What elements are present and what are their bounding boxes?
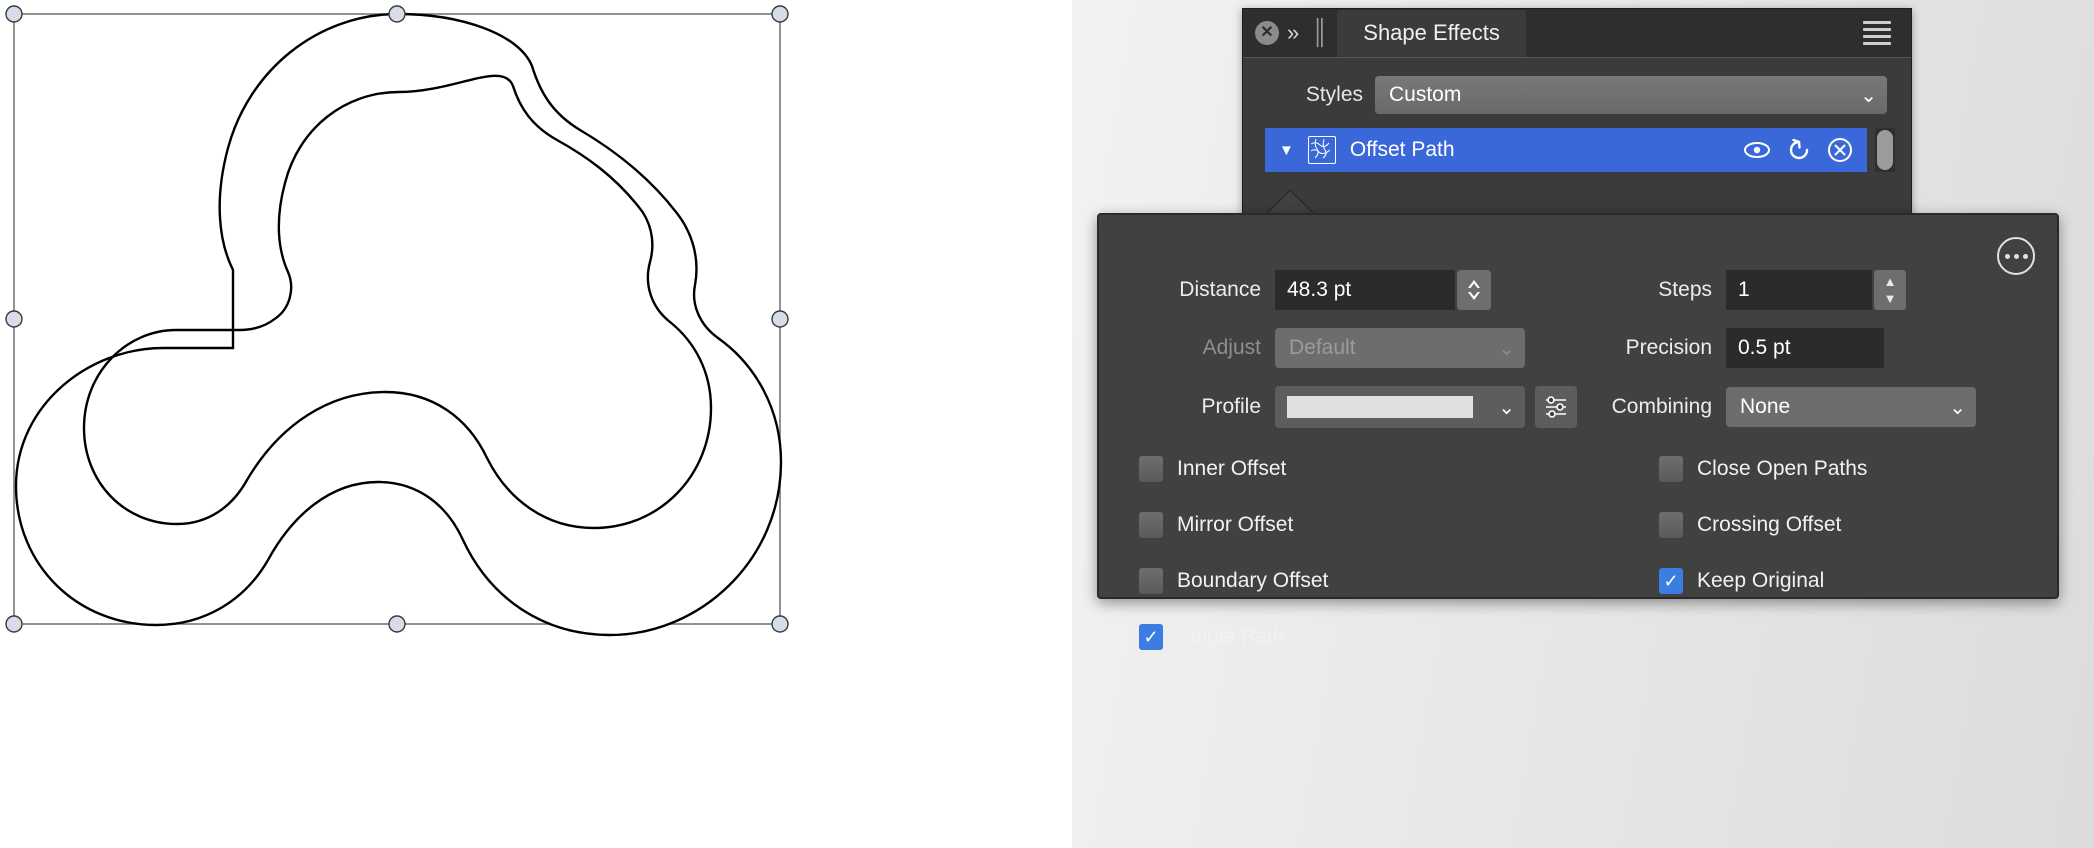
shape-effects-panel: ✕ » ║ Shape Effects Styles Custom ⌄ ▼ Of…: [1242, 8, 1912, 220]
adjust-dropdown-value: Default: [1289, 336, 1356, 359]
panel-tab-bar: ✕ » ║ Shape Effects: [1243, 9, 1911, 58]
styles-label: Styles: [1305, 83, 1363, 106]
row-single-path: ✓ Single Path: [1139, 624, 2017, 650]
checkbox-single-path[interactable]: ✓: [1139, 624, 1163, 650]
panel-scrollbar[interactable]: [1875, 128, 1895, 172]
checkbox-keep-original[interactable]: ✓: [1659, 568, 1683, 594]
checkbox-close-open-paths-label: Close Open Paths: [1697, 457, 1868, 480]
effect-item-label: Offset Path: [1349, 138, 1455, 161]
close-circle-outline-icon[interactable]: [1827, 137, 1853, 163]
distance-label: Distance: [1179, 278, 1261, 301]
combining-dropdown-value: None: [1740, 395, 1791, 418]
adjust-label: Adjust: [1202, 336, 1261, 359]
row-profile-combining: Profile ⌄ Combining None ⌄: [1139, 386, 2017, 428]
stepper-down-icon[interactable]: ▼: [1884, 292, 1897, 305]
handle-top-right[interactable]: [771, 5, 789, 23]
checkbox-inner-offset-label: Inner Offset: [1177, 457, 1287, 480]
double-chevron-right-icon[interactable]: »: [1287, 22, 1299, 44]
checkbox-mirror-offset[interactable]: [1139, 512, 1163, 538]
checkbox-crossing-offset[interactable]: [1659, 512, 1683, 538]
profile-preview-swatch: [1287, 396, 1473, 418]
row-distance-steps: Distance 48.3 pt Steps 1 ▲ ▼: [1139, 270, 2017, 310]
tab-shape-effects[interactable]: Shape Effects: [1337, 9, 1526, 57]
row-inner-close: Inner Offset Close Open Paths: [1139, 456, 2017, 482]
handle-bottom-left[interactable]: [5, 615, 23, 633]
combining-dropdown[interactable]: None ⌄: [1726, 387, 1976, 427]
tab-shape-effects-label: Shape Effects: [1363, 20, 1500, 45]
handle-middle-left[interactable]: [5, 310, 23, 328]
checkbox-mirror-offset-label: Mirror Offset: [1177, 513, 1294, 536]
effect-item-offset-path[interactable]: ▼ Offset Path: [1265, 128, 1867, 172]
chevron-down-icon: ⌄: [1949, 396, 1966, 419]
handle-middle-right[interactable]: [771, 310, 789, 328]
adjust-dropdown: Default ⌄: [1275, 328, 1525, 368]
styles-row: Styles Custom ⌄: [1243, 66, 1911, 114]
vector-shape-svg: [5, 5, 789, 637]
effect-item-actions: [1743, 137, 1853, 163]
checkbox-boundary-offset-label: Boundary Offset: [1177, 569, 1329, 592]
drag-grip-icon[interactable]: ║: [1307, 21, 1329, 45]
profile-dropdown[interactable]: ⌄: [1275, 386, 1525, 428]
distance-stepper[interactable]: [1457, 270, 1491, 310]
profile-label: Profile: [1201, 395, 1261, 418]
steps-input[interactable]: 1: [1726, 270, 1872, 310]
row-mirror-crossing: Mirror Offset Crossing Offset: [1139, 512, 2017, 538]
triangle-down-icon[interactable]: ▼: [1279, 142, 1294, 159]
popover-body: Distance 48.3 pt Steps 1 ▲ ▼ Adjust Defa…: [1099, 215, 2057, 650]
distance-input[interactable]: 48.3 pt: [1275, 270, 1455, 310]
outer-offset-path: [14, 12, 783, 637]
checkbox-single-path-label: Single Path: [1177, 625, 1285, 648]
chevron-down-icon: ⌄: [1498, 337, 1515, 360]
checkbox-keep-original-label: Keep Original: [1697, 569, 1825, 592]
handle-top-left[interactable]: [5, 5, 23, 23]
close-circle-icon[interactable]: ✕: [1255, 21, 1279, 45]
row-adjust-precision: Adjust Default ⌄ Precision 0.5 pt: [1139, 328, 2017, 368]
precision-label: Precision: [1625, 336, 1712, 359]
steps-stepper[interactable]: ▲ ▼: [1874, 270, 1906, 310]
more-options-circle-icon[interactable]: [1997, 237, 2035, 275]
sliders-icon[interactable]: [1535, 386, 1577, 428]
handle-bottom-right[interactable]: [771, 615, 789, 633]
combining-label: Combining: [1611, 395, 1712, 418]
styles-dropdown-value: Custom: [1389, 83, 1462, 106]
steps-label: Steps: [1658, 278, 1712, 301]
panel-scrollbar-thumb[interactable]: [1877, 130, 1893, 170]
artboard-canvas[interactable]: [0, 0, 1072, 848]
offset-path-options-popover: Distance 48.3 pt Steps 1 ▲ ▼ Adjust Defa…: [1097, 213, 2059, 650]
checkbox-inner-offset[interactable]: [1139, 456, 1163, 482]
checkbox-close-open-paths[interactable]: [1659, 456, 1683, 482]
effects-list: ▼ Offset Path: [1265, 128, 1895, 172]
eye-icon[interactable]: [1743, 141, 1771, 159]
stepper-up-icon[interactable]: ▲: [1884, 275, 1897, 288]
handle-top-center[interactable]: [388, 5, 406, 23]
chevron-down-icon: ⌄: [1498, 396, 1515, 419]
checkbox-boundary-offset[interactable]: [1139, 568, 1163, 594]
handle-bottom-center[interactable]: [388, 615, 406, 633]
screen: ✕ » ║ Shape Effects Styles Custom ⌄ ▼ Of…: [0, 0, 2094, 848]
popover-pointer: [1266, 191, 1314, 215]
styles-dropdown[interactable]: Custom ⌄: [1375, 76, 1887, 114]
checkbox-crossing-offset-label: Crossing Offset: [1697, 513, 1842, 536]
panel-tab-controls: ✕ » ║: [1243, 21, 1329, 45]
hamburger-menu-icon[interactable]: [1863, 21, 1891, 45]
offset-path-thumbnail-icon: [1307, 136, 1336, 164]
reset-arrow-icon[interactable]: [1787, 138, 1811, 162]
precision-input[interactable]: 0.5 pt: [1726, 328, 1884, 368]
row-boundary-keep: Boundary Offset ✓ Keep Original: [1139, 568, 2017, 594]
chevron-down-icon: ⌄: [1860, 84, 1877, 107]
